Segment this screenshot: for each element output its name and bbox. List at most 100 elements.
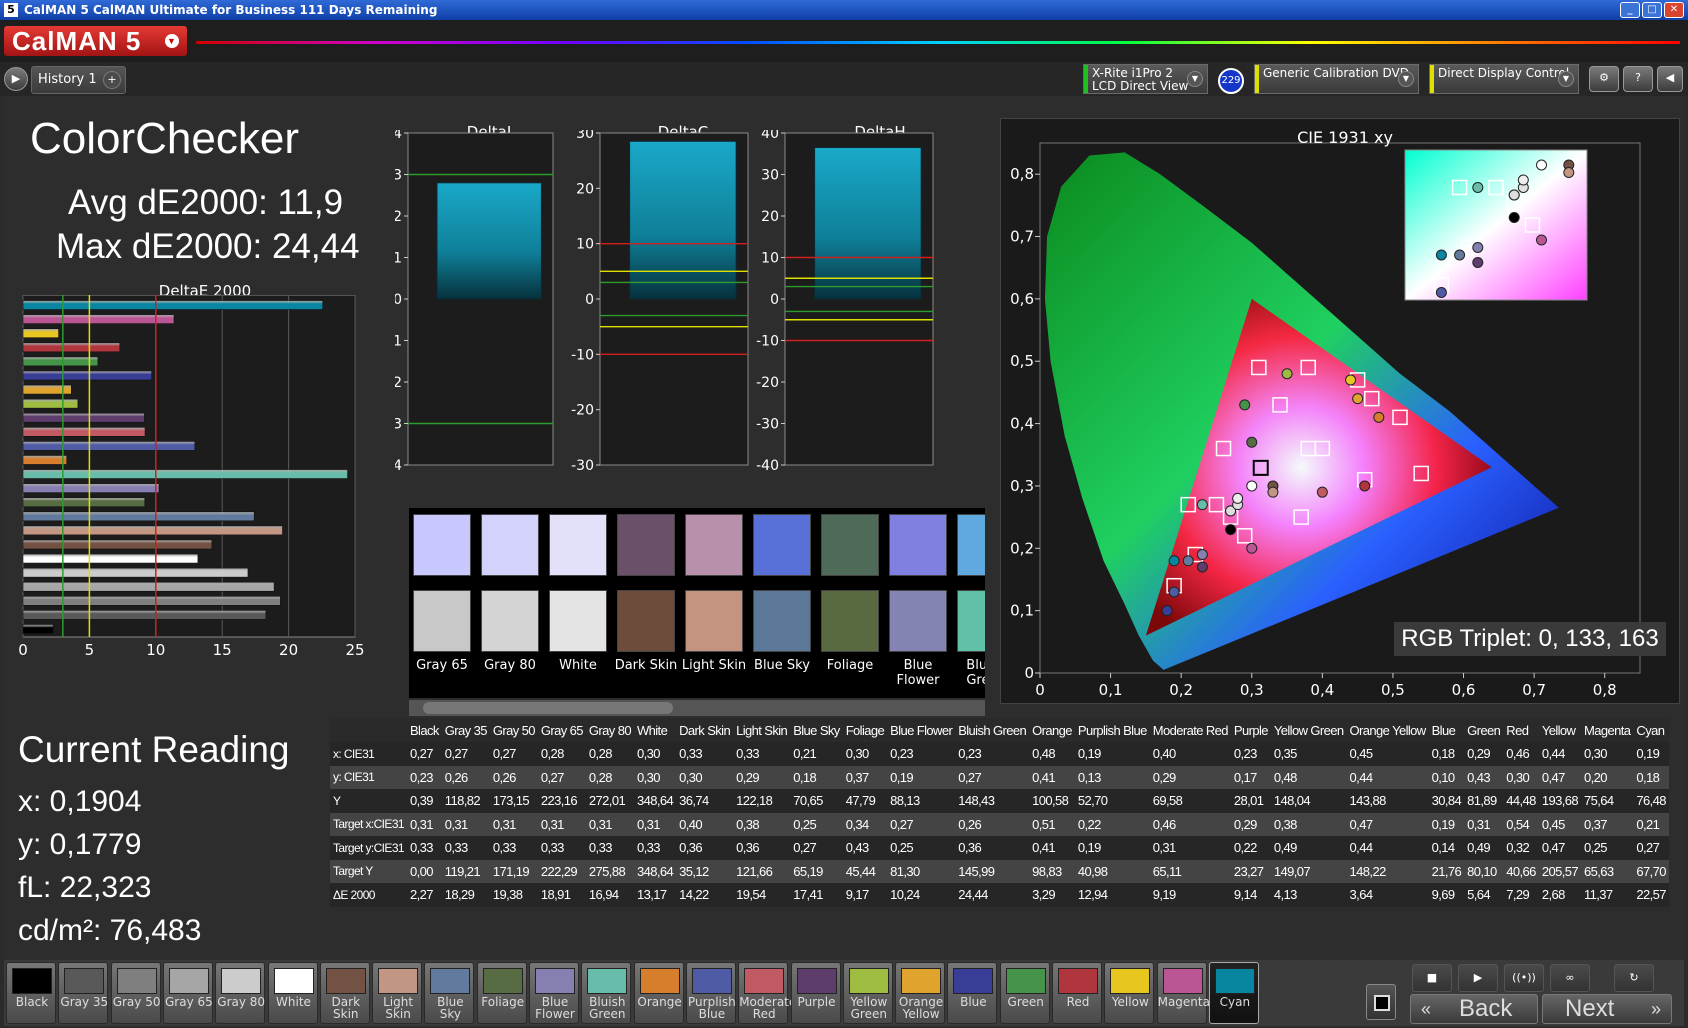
- swatch-purple[interactable]: Purple: [790, 962, 841, 1024]
- meter-selector[interactable]: X-Rite i1Pro 2 LCD Direct View ▼: [1083, 64, 1208, 94]
- back-button[interactable]: « Back: [1410, 994, 1538, 1024]
- swatch-orange[interactable]: Orange: [633, 962, 684, 1024]
- swatch-dark-skin[interactable]: Dark Skin: [319, 962, 370, 1024]
- column-header[interactable]: Blue Flower: [887, 718, 956, 742]
- read-continuous-icon[interactable]: ((•)): [1504, 964, 1544, 992]
- patch-measured[interactable]: [753, 514, 811, 576]
- swatch-magenta[interactable]: Magenta: [1156, 962, 1210, 1024]
- patch-target[interactable]: [481, 590, 539, 652]
- patch-measured[interactable]: [957, 514, 985, 576]
- x-tick-label: 0: [18, 641, 28, 659]
- swatch-white[interactable]: White: [267, 962, 318, 1024]
- column-header[interactable]: Gray 80: [585, 718, 634, 742]
- patch-target[interactable]: [617, 590, 675, 652]
- measure-button[interactable]: [1366, 984, 1396, 1020]
- patch-measured[interactable]: [617, 514, 675, 576]
- swatch-bluish-green[interactable]: Bluish Green: [581, 962, 632, 1024]
- gear-icon[interactable]: ⚙: [1589, 66, 1619, 92]
- patch-scrollbar[interactable]: [409, 700, 985, 716]
- patch-measured[interactable]: [549, 514, 607, 576]
- column-header[interactable]: Yellow: [1538, 718, 1581, 742]
- column-header[interactable]: Light Skin: [733, 718, 791, 742]
- display-selector[interactable]: Direct Display Control ▼: [1429, 64, 1579, 94]
- swatch-label: Orange Yellow: [898, 995, 944, 1021]
- swatch-gray-50[interactable]: Gray 50: [110, 962, 161, 1024]
- calman-menu-button[interactable]: CalMAN 5 ▼: [4, 26, 187, 56]
- source-selector[interactable]: Generic Calibration DVD ▼: [1254, 64, 1419, 94]
- column-header[interactable]: Dark Skin: [676, 718, 734, 742]
- swatch-green[interactable]: Green: [999, 962, 1050, 1024]
- column-header[interactable]: Magenta: [1581, 718, 1634, 742]
- patch-measured[interactable]: [685, 514, 743, 576]
- patch-target[interactable]: [889, 590, 947, 652]
- meter-count-badge[interactable]: 229: [1218, 68, 1244, 94]
- swatch-yellow[interactable]: Yellow: [1104, 962, 1155, 1024]
- column-header[interactable]: White: [633, 718, 677, 742]
- swatch-cyan[interactable]: Cyan: [1208, 962, 1259, 1024]
- close-button[interactable]: ✕: [1664, 2, 1684, 18]
- minimize-button[interactable]: _: [1620, 2, 1640, 18]
- table-cell: 36,74: [676, 789, 734, 813]
- table-cell: 14,22: [676, 883, 734, 907]
- column-header[interactable]: Green: [1464, 718, 1504, 742]
- play-icon[interactable]: ▶: [1458, 964, 1498, 992]
- swatch-yellow-green[interactable]: Yellow Green: [842, 962, 893, 1024]
- patch-target[interactable]: [957, 590, 985, 652]
- tab-history-label: History 1: [38, 72, 97, 87]
- table-cell: 145,99: [955, 859, 1030, 883]
- swatch-gray-35[interactable]: Gray 35: [58, 962, 109, 1024]
- measured-point: [1196, 499, 1208, 511]
- swatch-black[interactable]: Black: [6, 962, 56, 1024]
- swatch-foliage[interactable]: Foliage: [476, 962, 527, 1024]
- loop-icon[interactable]: ∞: [1550, 964, 1590, 992]
- add-tab-icon[interactable]: +: [103, 71, 121, 89]
- column-header[interactable]: Blue: [1428, 718, 1465, 742]
- column-header[interactable]: Red: [1503, 718, 1539, 742]
- play-icon[interactable]: ▶: [4, 67, 28, 91]
- swatch-moderate-red[interactable]: Moderate Red: [738, 962, 796, 1024]
- scrollbar-thumb[interactable]: [423, 702, 673, 714]
- refresh-icon[interactable]: ↻: [1614, 964, 1654, 992]
- collapse-icon[interactable]: ◀: [1657, 66, 1683, 92]
- patch-target[interactable]: [549, 590, 607, 652]
- column-header[interactable]: Blue Sky: [790, 718, 843, 742]
- column-header[interactable]: Gray 50: [489, 718, 538, 742]
- swatch-red[interactable]: Red: [1052, 962, 1102, 1024]
- tab-history[interactable]: History 1 +: [31, 66, 126, 94]
- swatch-blue-sky[interactable]: Blue Sky: [424, 962, 475, 1024]
- help-icon[interactable]: ?: [1623, 66, 1653, 92]
- patch-measured[interactable]: [413, 514, 471, 576]
- swatch-blue[interactable]: Blue: [947, 962, 998, 1024]
- table-cell: 0,44: [1346, 765, 1429, 789]
- patch-target[interactable]: [753, 590, 811, 652]
- column-header[interactable]: Orange: [1029, 718, 1075, 742]
- swatch-gray-80[interactable]: Gray 80: [215, 962, 266, 1024]
- maximize-button[interactable]: □: [1642, 2, 1662, 18]
- column-header[interactable]: Cyan: [1633, 718, 1669, 742]
- patch-measured[interactable]: [821, 514, 879, 576]
- column-header[interactable]: Foliage: [842, 718, 888, 742]
- stop-icon[interactable]: ■: [1412, 964, 1452, 992]
- patch-target[interactable]: [821, 590, 879, 652]
- column-header[interactable]: Purplish Blue: [1074, 718, 1150, 742]
- column-header[interactable]: Yellow Green: [1270, 718, 1347, 742]
- patch-measured[interactable]: [889, 514, 947, 576]
- swatch-blue-flower[interactable]: Blue Flower: [529, 962, 579, 1024]
- patch-target[interactable]: [685, 590, 743, 652]
- swatch-purplish-blue[interactable]: Purplish Blue: [685, 962, 736, 1024]
- patch-target[interactable]: [413, 590, 471, 652]
- swatch-light-skin[interactable]: Light Skin: [372, 962, 423, 1024]
- column-header[interactable]: Black: [406, 718, 442, 742]
- brand-bar: CalMAN 5 ▼: [0, 20, 1688, 62]
- patch-measured[interactable]: [481, 514, 539, 576]
- column-header[interactable]: Orange Yellow: [1346, 718, 1429, 742]
- column-header[interactable]: Moderate Red: [1149, 718, 1231, 742]
- swatch-gray-65[interactable]: Gray 65: [162, 962, 213, 1024]
- column-header[interactable]: Gray 35: [441, 718, 490, 742]
- column-header[interactable]: Bluish Green: [955, 718, 1030, 742]
- swatch-orange-yellow[interactable]: Orange Yellow: [895, 962, 946, 1024]
- column-header[interactable]: Gray 65: [537, 718, 586, 742]
- next-button[interactable]: Next »: [1542, 994, 1672, 1024]
- column-header[interactable]: Purple: [1230, 718, 1271, 742]
- table-cell: 65,63: [1581, 859, 1634, 883]
